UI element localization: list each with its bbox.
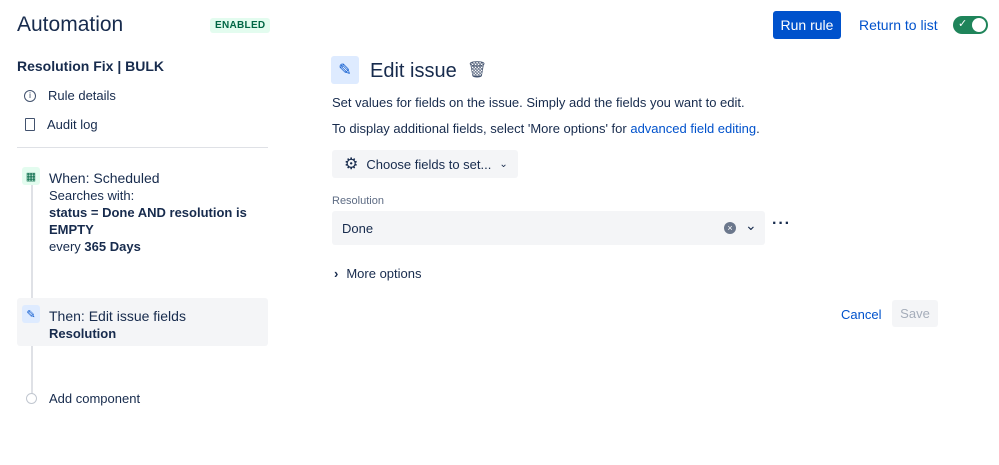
- description: Set values for fields on the issue. Simp…: [332, 95, 745, 110]
- save-button[interactable]: Save: [892, 300, 938, 327]
- info-icon: i: [24, 89, 36, 102]
- more-actions-icon[interactable]: ···: [772, 215, 791, 233]
- add-component-link[interactable]: Add component: [49, 391, 140, 406]
- sidebar-item-audit-log[interactable]: Audit log: [24, 117, 98, 132]
- every-value: 365 Days: [84, 239, 141, 254]
- action-detail: Resolution: [49, 326, 117, 341]
- description-2: To display additional fields, select 'Mo…: [332, 121, 760, 136]
- pencil-icon: ✎: [331, 56, 359, 84]
- pencil-icon: ✎: [22, 305, 40, 323]
- status-badge: ENABLED: [210, 18, 271, 33]
- rule-enabled-toggle[interactable]: ✓: [953, 16, 988, 34]
- return-to-list-link[interactable]: Return to list: [859, 17, 938, 33]
- chevron-down-icon: ⌄: [499, 158, 508, 170]
- choose-fields-label: Choose fields to set...: [366, 156, 492, 172]
- more-options-label: More options: [346, 266, 422, 281]
- trigger-step[interactable]: When: Scheduled Searches with: status = …: [49, 170, 264, 255]
- chevron-down-icon[interactable]: ⌄: [745, 217, 757, 234]
- trigger-title: When: Scheduled: [49, 170, 160, 186]
- add-circle-icon: [26, 393, 37, 404]
- page-title: Automation: [17, 13, 124, 36]
- calendar-icon: ▦: [22, 167, 40, 185]
- more-options-toggle[interactable]: › More options: [334, 266, 422, 281]
- resolution-value: Done: [342, 221, 374, 236]
- resolution-label: Resolution: [332, 195, 384, 207]
- divider: [17, 147, 268, 148]
- every-label: every: [49, 239, 81, 254]
- cancel-button[interactable]: Cancel: [841, 307, 881, 322]
- sidebar-item-label: Audit log: [47, 117, 98, 132]
- advanced-field-editing-link[interactable]: advanced field editing: [630, 121, 756, 136]
- clear-icon[interactable]: ×: [724, 222, 736, 234]
- sidebar-item-label: Rule details: [48, 88, 116, 103]
- rule-name: Resolution Fix | BULK: [17, 58, 165, 74]
- trigger-query: status = Done AND resolution is EMPTY: [49, 205, 247, 237]
- choose-fields-button[interactable]: ⚙ Choose fields to set... ⌄: [332, 150, 518, 178]
- check-icon: ✓: [958, 18, 968, 30]
- timeline-line: [31, 185, 33, 397]
- trigger-desc: Searches with:: [49, 188, 135, 203]
- trash-icon[interactable]: 🗑: [467, 60, 487, 80]
- run-rule-button[interactable]: Run rule: [773, 11, 841, 39]
- resolution-select[interactable]: Done × ⌄: [332, 211, 765, 245]
- sidebar-item-rule-details[interactable]: i Rule details: [24, 88, 116, 103]
- panel-title: Edit issue: [370, 60, 457, 82]
- gear-icon: ⚙: [344, 156, 359, 173]
- action-title: Then: Edit issue fields: [49, 308, 186, 324]
- document-icon: [25, 118, 35, 131]
- chevron-right-icon: ›: [334, 266, 339, 281]
